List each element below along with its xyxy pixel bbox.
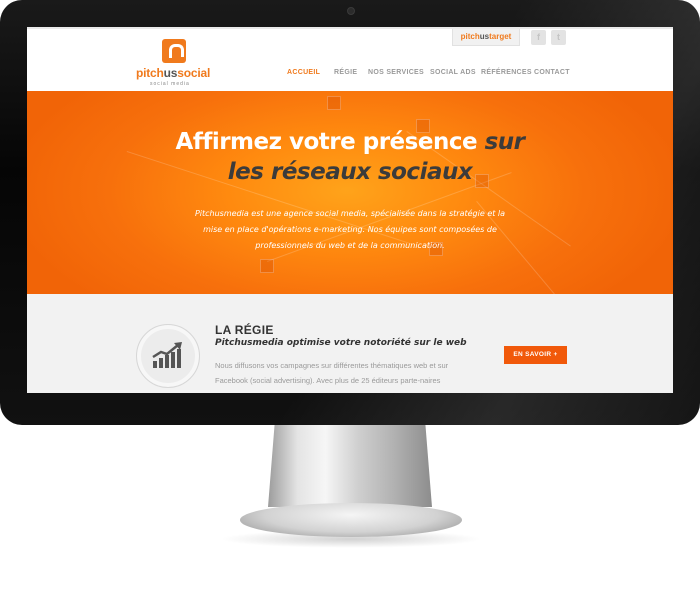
nav-item-contact[interactable]: CONTACT [534,69,570,81]
nav-item-accueil[interactable]: ACCUEIL [287,69,320,81]
network-node [260,259,274,273]
site-header: pitchussocial social media pitchustarget… [27,27,673,93]
hero-title-line2: les réseaux sociaux [227,159,473,185]
facebook-icon[interactable]: f [531,30,546,45]
brand-logo-text[interactable]: pitchussocial [136,66,210,80]
nav-item-nos-services[interactable]: NOS SERVICES [368,69,424,81]
nav-item-regie[interactable]: RÉGIE [334,69,357,81]
regie-section: LA RÉGIE Pitchusmedia optimise votre not… [27,294,673,393]
monitor-stand-neck [268,425,432,507]
webcam-icon [347,7,355,15]
brand-tagline: social media [150,81,190,87]
section-subtitle: Pitchusmedia optimise votre notoriété su… [215,338,467,348]
nav-item-references[interactable]: RÉFÉRENCES [481,69,532,81]
growth-chart-icon [152,342,182,368]
screen: pitchussocial social media pitchustarget… [27,27,673,393]
network-node [327,96,341,110]
section-text: Nous diffusons vos campagnes sur différe… [215,361,449,385]
en-savoir-plus-button[interactable]: EN SAVOIR + [504,346,567,364]
hero-description: Pitchusmedia est une agence social media… [194,209,506,250]
pitchustarget-link[interactable]: pitchustarget [452,29,520,46]
section-title: LA RÉGIE [215,323,274,337]
pitchus-logo-icon[interactable] [162,39,186,63]
nav-item-social-ads[interactable]: SOCIAL ADS [430,69,476,81]
monitor-stand-base [240,503,462,537]
hero-banner: Affirmez votre présence sur les réseaux … [27,91,673,294]
hero-title-line1: Affirmez votre présence sur [175,129,525,155]
twitter-icon[interactable]: t [551,30,566,45]
